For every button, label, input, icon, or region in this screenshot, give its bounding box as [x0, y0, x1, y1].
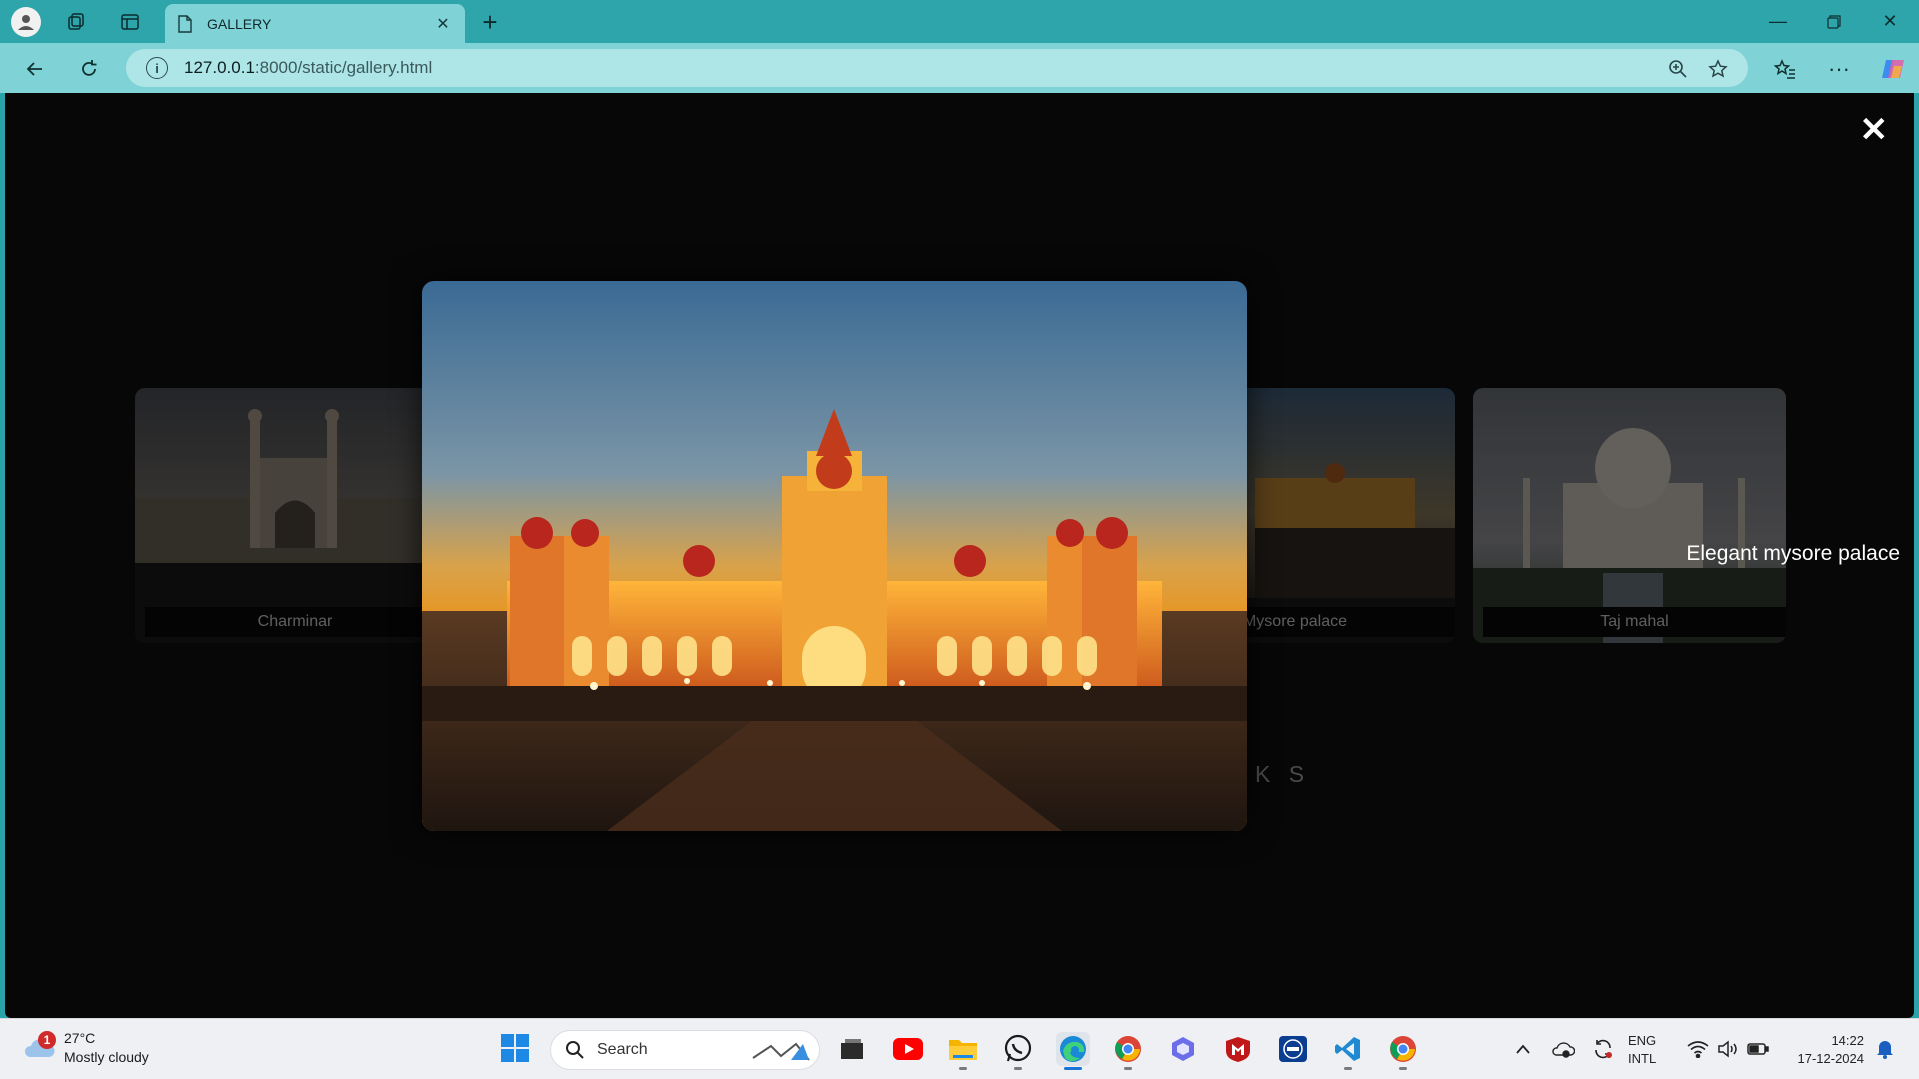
favorite-star-icon[interactable] [1704, 55, 1732, 83]
mysore-palace-image [422, 281, 1247, 831]
chrome-icon[interactable] [1111, 1032, 1145, 1070]
vscode-icon[interactable] [1331, 1032, 1365, 1070]
wifi-icon[interactable] [1683, 1033, 1713, 1065]
dell-icon[interactable] [1276, 1032, 1310, 1066]
card-caption: Taj mahal [1483, 607, 1786, 637]
browser-toolbar: i 127.0.0.1:8000/static/gallery.html ··· [0, 43, 1919, 93]
sync-icon[interactable] [1588, 1033, 1618, 1065]
onedrive-icon[interactable] [1548, 1033, 1578, 1065]
workspaces-icon[interactable] [60, 6, 92, 38]
clock-time: 14:22 [1831, 1033, 1864, 1048]
back-button[interactable] [18, 52, 52, 86]
windows-taskbar: 1 27°C Mostly cloudy Search ENG INTL 14:… [0, 1018, 1919, 1079]
start-button[interactable] [500, 1033, 532, 1065]
lightbox-caption: Elegant mysore palace [1686, 542, 1900, 565]
copilot-app-icon[interactable] [1166, 1032, 1200, 1066]
gallery-card-charminar[interactable]: Charminar [135, 388, 445, 643]
running-indicator [1014, 1067, 1022, 1070]
running-indicator [959, 1067, 967, 1070]
page-icon [178, 14, 192, 33]
tab-close-icon[interactable]: ✕ [433, 14, 453, 34]
lang-line1: ENG [1628, 1033, 1657, 1048]
notification-bell-icon[interactable] [1870, 1033, 1900, 1065]
search-icon [566, 1041, 584, 1059]
tab-title: GALLERY [207, 15, 272, 32]
file-explorer-icon[interactable] [946, 1032, 980, 1070]
running-indicator [1124, 1067, 1132, 1070]
restore-button[interactable] [1806, 0, 1862, 43]
windows-logo-icon [501, 1034, 529, 1062]
lightbox-close-button[interactable]: ✕ [1860, 113, 1889, 147]
mcafee-icon[interactable] [1221, 1032, 1255, 1066]
more-options-icon[interactable]: ··· [1822, 52, 1856, 86]
cloud-icon: 1 [22, 1031, 58, 1063]
refresh-button[interactable] [72, 52, 106, 86]
youtube-icon[interactable] [891, 1032, 925, 1066]
show-hidden-icons-chevron-up-icon[interactable] [1508, 1033, 1538, 1065]
search-highlight-icon [752, 1042, 810, 1061]
running-indicator [1399, 1067, 1407, 1070]
language-indicator[interactable]: ENG INTL [1628, 1032, 1656, 1068]
close-window-button[interactable]: ✕ [1862, 0, 1918, 43]
copilot-icon[interactable] [1876, 52, 1910, 86]
gallery-card-taj-mahal[interactable]: Taj mahal [1473, 388, 1786, 643]
profile-icon [11, 7, 41, 37]
taskbar-search[interactable]: Search [550, 1030, 820, 1070]
minimize-button[interactable]: — [1750, 0, 1806, 43]
weather-desc: Mostly cloudy [64, 1049, 149, 1065]
site-info-icon[interactable]: i [146, 57, 168, 79]
weather-temp: 27°C [64, 1030, 96, 1046]
weather-widget[interactable]: 1 27°C Mostly cloudy [22, 1029, 149, 1067]
volume-icon[interactable] [1713, 1033, 1743, 1065]
battery-icon[interactable] [1743, 1033, 1773, 1065]
weather-badge: 1 [38, 1031, 56, 1049]
running-indicator [1344, 1067, 1352, 1070]
taj-mahal-image [1473, 388, 1786, 643]
tab-gallery[interactable]: GALLERY ✕ [165, 4, 465, 43]
chrome-profile-icon[interactable] [1386, 1032, 1420, 1070]
favorites-icon[interactable] [1768, 52, 1802, 86]
new-tab-button[interactable]: + [474, 6, 506, 38]
card-caption: Charminar [145, 607, 445, 637]
profile-avatar[interactable] [10, 6, 42, 38]
task-view-icon[interactable] [835, 1032, 869, 1066]
edge-browser-icon[interactable] [1056, 1032, 1090, 1070]
lightbox-image-container [422, 281, 1247, 831]
active-indicator [1064, 1067, 1082, 1070]
zoom-icon[interactable] [1664, 55, 1692, 83]
clock-date: 17-12-2024 [1797, 1051, 1865, 1066]
search-label: Search [597, 1041, 648, 1058]
footer-initials: K S [1255, 761, 1311, 787]
url-host: 127.0.0.1 [184, 58, 255, 77]
vertical-tabs-icon[interactable] [114, 6, 146, 38]
charminar-image [135, 388, 445, 563]
clock[interactable]: 14:22 17-12-2024 [1784, 1032, 1865, 1068]
lang-line2: INTL [1628, 1051, 1657, 1066]
gallery-page: Charminar Mysore palace Taj mahal K S ✕ … [5, 93, 1914, 1018]
url-path: :8000/static/gallery.html [254, 58, 433, 77]
url-text[interactable]: 127.0.0.1:8000/static/gallery.html [184, 58, 432, 78]
whatsapp-icon[interactable] [1001, 1032, 1035, 1070]
address-bar[interactable]: i 127.0.0.1:8000/static/gallery.html [126, 49, 1748, 87]
browser-tab-strip: GALLERY ✕ + — ✕ [0, 0, 1919, 43]
